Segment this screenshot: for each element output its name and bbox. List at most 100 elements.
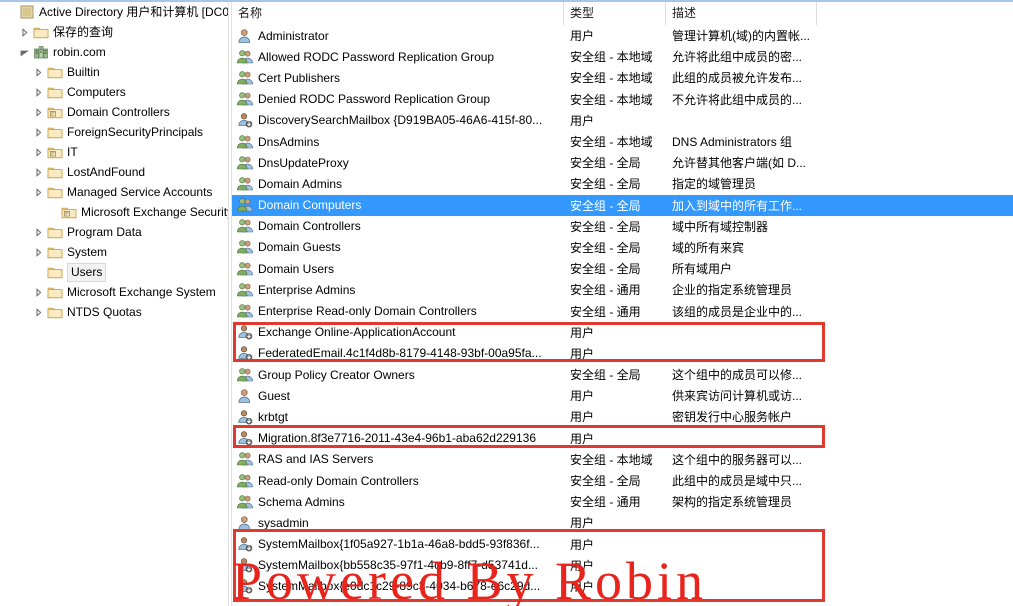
tree-node-microsoft-exchange-system[interactable]: Microsoft Exchange System — [0, 282, 228, 302]
folder-icon — [46, 123, 64, 141]
cell-name: Read-only Domain Controllers — [232, 472, 564, 489]
column-header-desc[interactable]: 描述 — [666, 2, 817, 25]
object-name: SystemMailbox{bb558c35-97f1-4cb9-8ff7-d5… — [258, 558, 538, 573]
column-header-pad[interactable] — [817, 2, 1013, 25]
cell-type: 安全组 - 通用 — [570, 495, 641, 510]
table-row[interactable]: Enterprise Admins 安全组 - 通用 企业的指定系统管理员 — [232, 279, 1013, 300]
chevron-right-icon[interactable] — [30, 162, 46, 182]
list-rows[interactable]: Administrator 用户 管理计算机(域)的内置帐... Allowed RO… — [232, 25, 1013, 597]
tree-node-microsoft-exchange-security[interactable]: Microsoft Exchange Security — [0, 202, 228, 222]
table-row[interactable]: Cert Publishers 安全组 - 本地域 此组的成员被允许发布... — [232, 67, 1013, 88]
group-icon — [236, 472, 254, 489]
chevron-right-icon[interactable] — [30, 122, 46, 142]
list-column-header[interactable]: 名称 类型 描述 — [232, 2, 1013, 25]
table-row[interactable]: SystemMailbox{e0dc1c29-89c3-4034-b678-e6… — [232, 576, 1013, 597]
tree-node-label: Microsoft Exchange System — [67, 285, 216, 299]
column-header-type[interactable]: 类型 — [564, 2, 666, 25]
chevron-right-icon[interactable] — [30, 142, 46, 162]
chevron-right-icon[interactable] — [30, 282, 46, 302]
tree-node-active-directory-dc01[interactable]: Active Directory 用户和计算机 [DC01 — [0, 2, 228, 22]
tree-node-program-data[interactable]: Program Data — [0, 222, 228, 242]
table-row[interactable]: Domain Guests 安全组 - 全局 域的所有来宾 — [232, 237, 1013, 258]
chevron-down-icon[interactable] — [16, 42, 32, 62]
table-row[interactable]: DnsUpdateProxy 安全组 - 全局 允许替其他客户端(如 D... — [232, 152, 1013, 173]
tree-node-builtin[interactable]: Builtin — [0, 62, 228, 82]
object-list-pane[interactable]: 名称 类型 描述 Administrator 用户 管理计算机(域)的内置帐... All… — [232, 2, 1013, 606]
mailbox-user-icon — [236, 112, 254, 129]
tree-node-managed-service-accounts[interactable]: Managed Service Accounts — [0, 182, 228, 202]
object-name: Guest — [258, 388, 291, 403]
cell-name: FederatedEmail.4c1f4d8b-8179-4148-93bf-0… — [232, 345, 564, 362]
ou-folder-icon — [46, 143, 64, 161]
table-row[interactable]: SystemMailbox{1f05a927-1b1a-46a8-bdd5-93… — [232, 534, 1013, 555]
column-header-name[interactable]: 名称 — [232, 2, 564, 25]
table-row[interactable]: Administrator 用户 管理计算机(域)的内置帐... — [232, 25, 1013, 46]
table-row[interactable]: Allowed RODC Password Replication Group 安… — [232, 46, 1013, 67]
cell-description: 允许替其他客户端(如 D... — [672, 156, 806, 171]
tree-node-users[interactable]: Users — [0, 262, 228, 282]
chevron-right-icon[interactable] — [30, 182, 46, 202]
table-row[interactable]: Domain Controllers 安全组 - 全局 域中所有域控制器 — [232, 216, 1013, 237]
table-row[interactable]: Group Policy Creator Owners 安全组 - 全局 这个组中的… — [232, 364, 1013, 385]
chevron-right-icon[interactable] — [30, 102, 46, 122]
tree-node-label: Domain Controllers — [67, 105, 170, 119]
chevron-right-icon[interactable] — [16, 22, 32, 42]
chevron-right-icon[interactable] — [30, 242, 46, 262]
folder-icon — [46, 63, 64, 81]
chevron-right-icon[interactable] — [30, 222, 46, 242]
table-row[interactable]: krbtgt 用户 密钥发行中心服务帐户 — [232, 406, 1013, 427]
table-row[interactable]: DnsAdmins 安全组 - 本地域 DNS Administrators 组 — [232, 131, 1013, 152]
table-row[interactable]: Guest 用户 供来宾访问计算机或访... — [232, 385, 1013, 406]
table-row[interactable]: Denied RODC Password Replication Group 安全… — [232, 89, 1013, 110]
tree-node-system[interactable]: System — [0, 242, 228, 262]
chevron-right-icon[interactable] — [30, 302, 46, 322]
object-name: Schema Admins — [258, 494, 345, 509]
tree-node-label: ForeignSecurityPrincipals — [67, 125, 204, 139]
cell-name: Enterprise Read-only Domain Controllers — [232, 303, 564, 320]
cell-name: Denied RODC Password Replication Group — [232, 91, 564, 108]
tree-node-label: LostAndFound — [67, 165, 146, 179]
table-row[interactable]: Domain Users 安全组 - 全局 所有域用户 — [232, 258, 1013, 279]
table-row[interactable]: SystemMailbox{bb558c35-97f1-4cb9-8ff7-d5… — [232, 555, 1013, 576]
tree-node-computers[interactable]: Computers — [0, 82, 228, 102]
table-row[interactable]: Exchange Online-ApplicationAccount 用户 — [232, 322, 1013, 343]
table-row[interactable]: Enterprise Read-only Domain Controllers 安… — [232, 300, 1013, 321]
cell-name: RAS and IAS Servers — [232, 451, 564, 468]
tree-node-lostandfound[interactable]: LostAndFound — [0, 162, 228, 182]
table-row[interactable]: FederatedEmail.4c1f4d8b-8179-4148-93bf-0… — [232, 343, 1013, 364]
cell-type: 安全组 - 全局 — [570, 474, 641, 489]
table-row[interactable]: sysadmin 用户 — [232, 512, 1013, 533]
tree-node-domain-controllers[interactable]: Domain Controllers — [0, 102, 228, 122]
tree-node-it[interactable]: IT — [0, 142, 228, 162]
object-name: Domain Guests — [258, 240, 341, 255]
group-icon — [236, 239, 254, 256]
cell-description: 所有域用户 — [672, 262, 733, 277]
object-name: Enterprise Read-only Domain Controllers — [258, 304, 477, 319]
cell-name: krbtgt — [232, 408, 564, 425]
tree-node-label: Computers — [67, 85, 126, 99]
table-row[interactable]: Domain Computers 安全组 - 全局 加入到域中的所有工作... — [232, 194, 1013, 216]
table-row[interactable]: Domain Admins 安全组 - 全局 指定的域管理员 — [232, 173, 1013, 194]
tree-node-foreignsecurityprincipals[interactable]: ForeignSecurityPrincipals — [0, 122, 228, 142]
cell-type: 用户 — [570, 325, 595, 340]
table-row[interactable]: RAS and IAS Servers 安全组 - 本地域 这个组中的服务器可以..… — [232, 449, 1013, 470]
tree-node-robin-com[interactable]: robin.com — [0, 42, 228, 62]
folder-icon — [46, 223, 64, 241]
table-row[interactable]: Migration.8f3e7716-2011-43e4-96b1-aba62d… — [232, 428, 1013, 449]
chevron-right-icon[interactable] — [30, 62, 46, 82]
object-name: Domain Controllers — [258, 219, 361, 234]
chevron-right-icon[interactable] — [30, 82, 46, 102]
user-icon — [236, 514, 254, 531]
cell-name: SystemMailbox{e0dc1c29-89c3-4034-b678-e6… — [232, 578, 564, 595]
table-row[interactable]: DiscoverySearchMailbox {D919BA05-46A6-41… — [232, 110, 1013, 131]
tree-node-ntds-quotas[interactable]: NTDS Quotas — [0, 302, 228, 322]
cell-name: Exchange Online-ApplicationAccount — [232, 324, 564, 341]
cell-type: 用户 — [570, 431, 595, 446]
table-row[interactable]: Schema Admins 安全组 - 通用 架构的指定系统管理员 — [232, 491, 1013, 512]
object-name: Migration.8f3e7716-2011-43e4-96b1-aba62d… — [258, 431, 537, 446]
tree-node-[interactable]: 保存的查询 — [0, 22, 228, 42]
console-tree-pane[interactable]: Active Directory 用户和计算机 [DC01 保存的查询 robin.… — [0, 2, 228, 606]
cell-name: Group Policy Creator Owners — [232, 366, 564, 383]
table-row[interactable]: Read-only Domain Controllers 安全组 - 全局 此组中的… — [232, 470, 1013, 491]
